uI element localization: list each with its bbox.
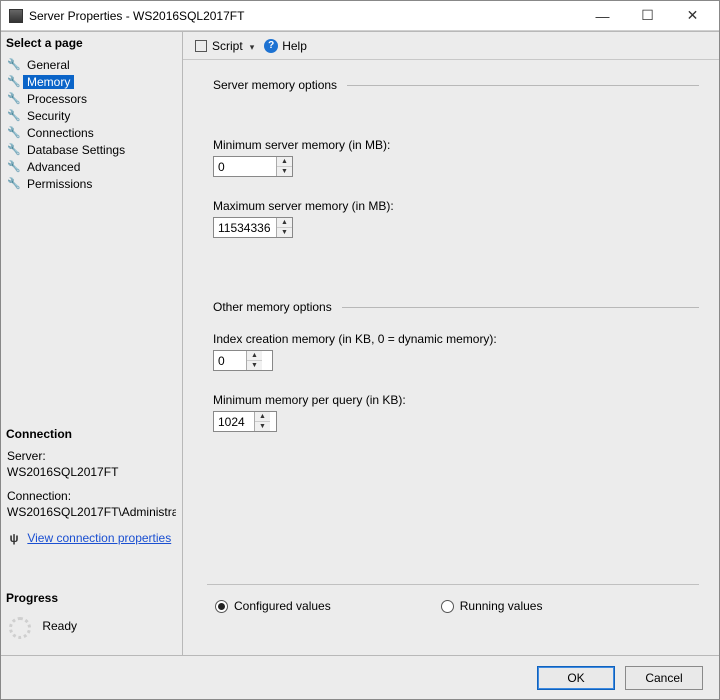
content: Server memory options Minimum server mem… (183, 60, 719, 655)
minimize-button[interactable]: — (580, 1, 625, 31)
spin-up-icon[interactable]: ▲ (247, 351, 262, 361)
divider (207, 584, 699, 585)
nav-database-settings[interactable]: 🔧Database Settings (5, 141, 180, 158)
select-page-heading: Select a page (1, 32, 182, 54)
nav-general[interactable]: 🔧General (5, 56, 180, 73)
max-memory-label: Maximum server memory (in MB): (213, 199, 699, 213)
nav-label: General (23, 58, 74, 72)
connection-info: Server: WS2016SQL2017FT Connection: WS20… (1, 445, 182, 557)
script-label: Script (212, 39, 243, 53)
wrench-icon: 🔧 (7, 160, 21, 173)
max-memory-field[interactable] (214, 218, 276, 237)
view-connection-properties-link[interactable]: View connection properties (27, 531, 171, 545)
wrench-icon: 🔧 (7, 92, 21, 105)
page-nav: 🔧General 🔧Memory 🔧Processors 🔧Security 🔧… (1, 54, 182, 202)
help-button[interactable]: ? Help (261, 37, 310, 55)
chevron-down-icon (247, 39, 255, 53)
wrench-icon: 🔧 (7, 109, 21, 122)
running-values-label: Running values (460, 599, 543, 613)
divider (342, 307, 699, 308)
nav-connections[interactable]: 🔧Connections (5, 124, 180, 141)
wrench-icon: 🔧 (7, 58, 21, 71)
nav-label: Permissions (23, 177, 96, 191)
min-memory-field[interactable] (214, 157, 276, 176)
nav-advanced[interactable]: 🔧Advanced (5, 158, 180, 175)
nav-memory[interactable]: 🔧Memory (5, 73, 180, 90)
nav-label: Security (23, 109, 74, 123)
wrench-icon: 🔧 (7, 143, 21, 156)
spin-down-icon[interactable]: ▼ (277, 167, 292, 176)
progress-heading: Progress (1, 587, 182, 609)
help-icon: ? (264, 39, 278, 53)
query-memory-input[interactable]: ▲▼ (213, 411, 277, 432)
right-pane: Script ? Help Server memory options Mini… (183, 32, 719, 655)
wrench-icon: 🔧 (7, 126, 21, 139)
server-label: Server: (7, 449, 176, 463)
script-button[interactable]: Script (191, 37, 257, 55)
spin-down-icon[interactable]: ▼ (277, 228, 292, 237)
query-memory-field[interactable] (214, 412, 254, 431)
configured-values-radio[interactable]: Configured values (215, 599, 331, 613)
running-values-radio[interactable]: Running values (441, 599, 543, 613)
window-title: Server Properties - WS2016SQL2017FT (29, 9, 580, 23)
toolbar: Script ? Help (183, 32, 719, 60)
maximize-button[interactable]: ☐ (625, 1, 670, 31)
cancel-button[interactable]: Cancel (625, 666, 703, 690)
nav-security[interactable]: 🔧Security (5, 107, 180, 124)
divider (347, 85, 699, 86)
server-memory-group-title: Server memory options (213, 78, 337, 92)
nav-processors[interactable]: 🔧Processors (5, 90, 180, 107)
nav-label: Processors (23, 92, 91, 106)
connection-heading: Connection (1, 423, 182, 445)
spin-up-icon[interactable]: ▲ (255, 412, 270, 422)
ok-button[interactable]: OK (537, 666, 615, 690)
nav-label: Connections (23, 126, 98, 140)
progress-spinner-icon (9, 617, 31, 639)
nav-label: Memory (23, 75, 74, 89)
configured-values-label: Configured values (234, 599, 331, 613)
left-pane: Select a page 🔧General 🔧Memory 🔧Processo… (1, 32, 183, 655)
titlebar[interactable]: Server Properties - WS2016SQL2017FT — ☐ … (1, 1, 719, 31)
progress-status: Ready (42, 619, 77, 633)
nav-label: Advanced (23, 160, 84, 174)
other-memory-group-title: Other memory options (213, 300, 332, 314)
query-memory-label: Minimum memory per query (in KB): (213, 393, 699, 407)
script-icon (194, 39, 208, 53)
spin-up-icon[interactable]: ▲ (277, 157, 292, 167)
footer: OK Cancel (1, 655, 719, 699)
close-button[interactable]: ✕ (670, 1, 715, 31)
connection-label: Connection: (7, 489, 176, 503)
radio-icon (215, 600, 228, 613)
radio-icon (441, 600, 454, 613)
wrench-icon: 🔧 (7, 177, 21, 190)
spin-down-icon[interactable]: ▼ (255, 422, 270, 431)
wrench-icon: 🔧 (7, 75, 21, 88)
server-icon (9, 9, 23, 23)
server-value: WS2016SQL2017FT (7, 465, 176, 479)
spin-down-icon[interactable]: ▼ (247, 361, 262, 370)
min-memory-label: Minimum server memory (in MB): (213, 138, 699, 152)
index-memory-field[interactable] (214, 351, 246, 370)
progress-area: Ready (1, 609, 182, 655)
max-memory-input[interactable]: ▲▼ (213, 217, 293, 238)
nav-label: Database Settings (23, 143, 129, 157)
index-memory-input[interactable]: ▲▼ (213, 350, 273, 371)
index-memory-label: Index creation memory (in KB, 0 = dynami… (213, 332, 699, 346)
connection-value: WS2016SQL2017FT\Administrator (7, 505, 176, 519)
connection-properties-icon: ψ (7, 531, 21, 545)
nav-permissions[interactable]: 🔧Permissions (5, 175, 180, 192)
help-label: Help (282, 39, 307, 53)
spin-up-icon[interactable]: ▲ (277, 218, 292, 228)
min-memory-input[interactable]: ▲▼ (213, 156, 293, 177)
